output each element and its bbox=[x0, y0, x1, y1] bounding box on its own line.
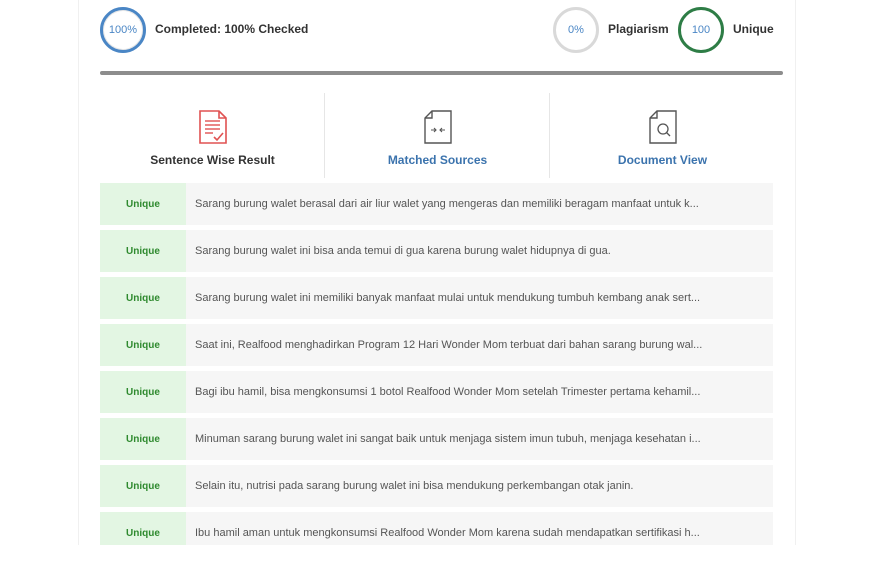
tab-sentence-wise-result-label: Sentence Wise Result bbox=[150, 153, 275, 167]
tab-matched-sources-label: Matched Sources bbox=[387, 153, 488, 167]
sentence-text: Sarang burung walet ini memiliki banyak … bbox=[195, 292, 701, 304]
sentence-text: Ibu hamil aman untuk mengkonsumsi Realfo… bbox=[195, 527, 700, 539]
status-badge: Unique bbox=[100, 324, 186, 366]
document-compare-icon bbox=[423, 110, 452, 144]
status-badge: Unique bbox=[100, 277, 186, 319]
result-row[interactable]: Unique Ibu hamil aman untuk mengkonsumsi… bbox=[100, 512, 773, 545]
result-row[interactable]: Unique Saat ini, Realfood menghadirkan P… bbox=[100, 324, 773, 366]
document-check-icon bbox=[198, 110, 227, 144]
result-row[interactable]: Unique Sarang burung walet berasal dari … bbox=[100, 183, 773, 225]
sentence-text: Saat ini, Realfood menghadirkan Program … bbox=[195, 339, 703, 351]
unique-value: 100 bbox=[691, 24, 711, 36]
result-panel: 100% Completed: 100% Checked 0% Plagiari… bbox=[78, 0, 796, 545]
sentence-text: Selain itu, nutrisi pada sarang burung w… bbox=[195, 480, 634, 492]
tab-document-view[interactable]: Document View bbox=[550, 93, 775, 178]
status-badge: Unique bbox=[100, 465, 186, 507]
status-badge: Unique bbox=[100, 418, 186, 460]
status-badge: Unique bbox=[100, 183, 186, 225]
unique-label: Unique bbox=[733, 22, 774, 36]
progress-value: 100% bbox=[108, 24, 138, 36]
result-row[interactable]: Unique Bagi ibu hamil, bisa mengkonsumsi… bbox=[100, 371, 773, 413]
plagiarism-circle: 0% bbox=[553, 7, 599, 53]
sentence-text: Sarang burung walet berasal dari air liu… bbox=[195, 198, 699, 210]
tab-matched-sources[interactable]: Matched Sources bbox=[325, 93, 550, 178]
progress-divider bbox=[100, 71, 783, 75]
sentence-text: Minuman sarang burung walet ini sangat b… bbox=[195, 433, 701, 445]
sentence-text: Sarang burung walet ini bisa anda temui … bbox=[195, 245, 611, 257]
status-badge: Unique bbox=[100, 371, 186, 413]
document-search-icon bbox=[648, 110, 677, 144]
completed-status: Completed: 100% Checked bbox=[155, 22, 309, 36]
plagiarism-value: 0% bbox=[568, 24, 584, 36]
plagiarism-label: Plagiarism bbox=[608, 22, 669, 36]
status-badge: Unique bbox=[100, 512, 186, 545]
result-row[interactable]: Unique Selain itu, nutrisi pada sarang b… bbox=[100, 465, 773, 507]
result-row[interactable]: Unique Sarang burung walet ini memiliki … bbox=[100, 277, 773, 319]
sentence-results-list: Unique Sarang burung walet berasal dari … bbox=[100, 183, 773, 545]
progress-circle: 100% bbox=[100, 7, 146, 53]
tab-sentence-wise-result[interactable]: Sentence Wise Result bbox=[100, 93, 325, 178]
unique-circle: 100 bbox=[678, 7, 724, 53]
status-badge: Unique bbox=[100, 230, 186, 272]
result-row[interactable]: Unique Sarang burung walet ini bisa anda… bbox=[100, 230, 773, 272]
sentence-text: Bagi ibu hamil, bisa mengkonsumsi 1 boto… bbox=[195, 386, 701, 398]
tab-document-view-label: Document View bbox=[617, 153, 708, 167]
result-row[interactable]: Unique Minuman sarang burung walet ini s… bbox=[100, 418, 773, 460]
